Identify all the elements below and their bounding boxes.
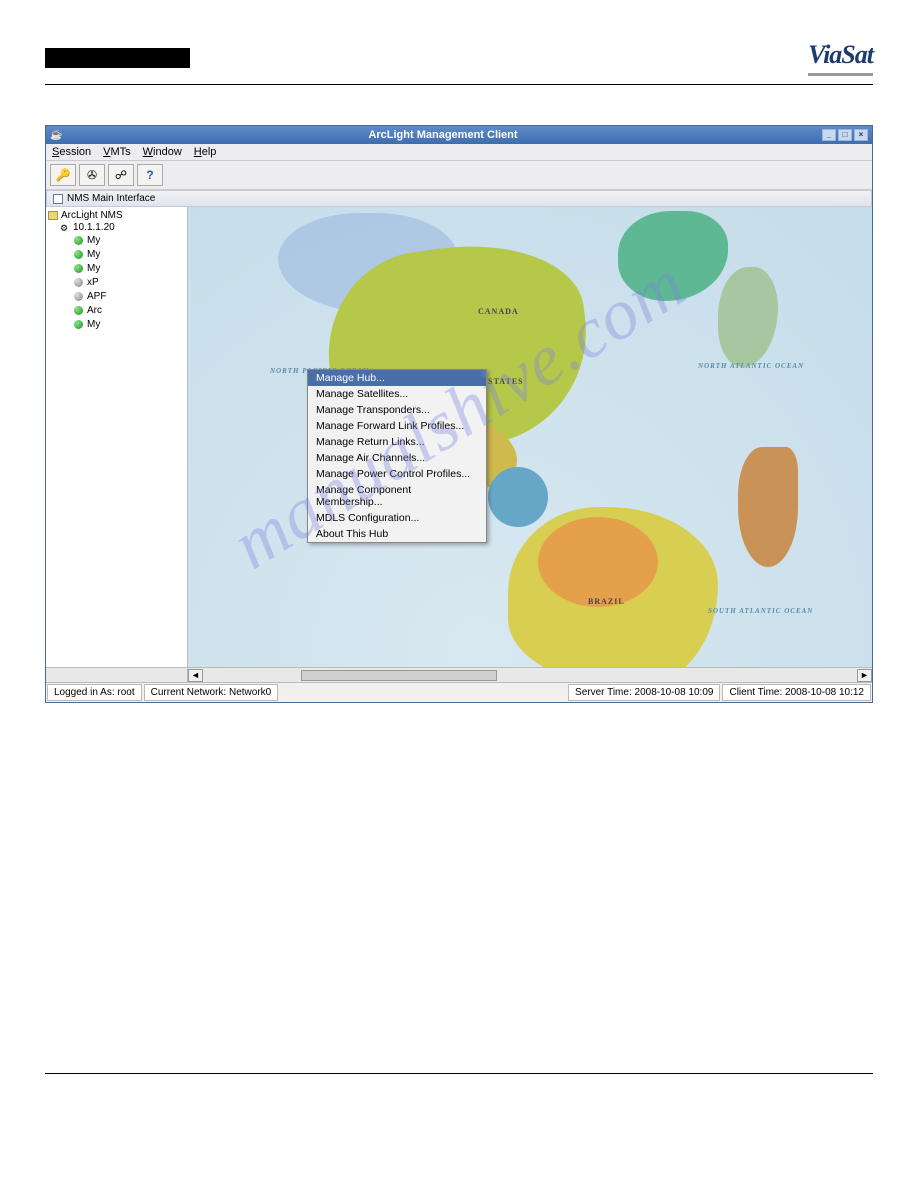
map-label-brazil: BRAZIL <box>588 597 625 606</box>
tree-root[interactable]: ArcLight NMS <box>48 209 185 222</box>
menu-item-about-this-hub[interactable]: About This Hub <box>308 526 486 542</box>
tree-ip-label: 10.1.1.20 <box>73 222 115 233</box>
tree-item[interactable]: APF <box>48 289 185 303</box>
toolbar-button-3[interactable]: ☍ <box>108 164 134 186</box>
status-current-network: Current Network: Network0 <box>144 684 279 701</box>
menu-item-manage-component-membership[interactable]: Manage Component Membership... <box>308 482 486 510</box>
map-label-south-atlantic: SOUTH ATLANTIC OCEAN <box>708 607 813 615</box>
status-orb-icon <box>74 306 83 315</box>
tree-root-label: ArcLight NMS <box>61 210 123 221</box>
redacted-box <box>45 48 190 68</box>
menu-item-mdls-configuration[interactable]: MDLS Configuration... <box>308 510 486 526</box>
menu-item-manage-satellites[interactable]: Manage Satellites... <box>308 386 486 402</box>
tree-item-label: My <box>87 263 100 274</box>
minimize-button[interactable]: _ <box>822 129 836 141</box>
tree-item[interactable]: My <box>48 247 185 261</box>
map-label-north-atlantic: NORTH ATLANTIC OCEAN <box>698 362 804 370</box>
footer-rule <box>45 1073 873 1074</box>
document-icon <box>53 194 63 204</box>
scroll-right-button[interactable]: ► <box>857 669 872 682</box>
menu-item-manage-power-control[interactable]: Manage Power Control Profiles... <box>308 466 486 482</box>
folder-icon <box>48 211 58 220</box>
page-header: ViaSat <box>45 40 873 76</box>
tree-item-label: My <box>87 319 100 330</box>
menu-session[interactable]: Session <box>52 146 91 158</box>
toolbar-button-1[interactable]: 🔑 <box>50 164 76 186</box>
toolbar-button-help[interactable]: ? <box>137 164 163 186</box>
status-server-time: Server Time: 2008-10-08 10:09 <box>568 684 720 701</box>
maximize-button[interactable]: □ <box>838 129 852 141</box>
status-client-time: Client Time: 2008-10-08 10:12 <box>722 684 871 701</box>
menu-item-manage-air-channels[interactable]: Manage Air Channels... <box>308 450 486 466</box>
tree-item-label: APF <box>87 291 106 302</box>
header-rule <box>45 84 873 85</box>
statusbar: Logged in As: root Current Network: Netw… <box>46 682 872 702</box>
tree-ip-node[interactable]: ⚙ 10.1.1.20 <box>48 222 185 233</box>
map-label-canada: CANADA <box>478 307 519 316</box>
scroll-thumb[interactable] <box>301 670 497 681</box>
panel-title-text: NMS Main Interface <box>67 193 155 204</box>
status-orb-icon <box>74 236 83 245</box>
tree-item-label: Arc <box>87 305 102 316</box>
scroll-track[interactable] <box>203 669 857 682</box>
status-orb-icon <box>74 264 83 273</box>
window-titlebar[interactable]: ☕ ArcLight Management Client _ □ × <box>46 126 872 144</box>
tree-item[interactable]: xP <box>48 275 185 289</box>
toolbar: 🔑 ✇ ☍ ? <box>46 161 872 190</box>
menu-item-manage-return-links[interactable]: Manage Return Links... <box>308 434 486 450</box>
map-pane[interactable]: CANADA UNITED STATES BRAZIL NORTH PACIFI… <box>188 207 872 667</box>
panel-title: NMS Main Interface <box>46 190 872 207</box>
network-icon: ⚙ <box>60 223 70 233</box>
tree-item[interactable]: My <box>48 233 185 247</box>
menu-item-manage-forward-link[interactable]: Manage Forward Link Profiles... <box>308 418 486 434</box>
window-title: ArcLight Management Client <box>64 129 822 141</box>
tree-pane[interactable]: ArcLight NMS ⚙ 10.1.1.20 My My My xP APF… <box>46 207 188 667</box>
java-cup-icon: ☕ <box>50 130 64 141</box>
status-orb-icon <box>74 250 83 259</box>
tree-item-label: My <box>87 249 100 260</box>
land-africa <box>738 447 798 567</box>
status-orb-icon <box>74 320 83 329</box>
status-logged-in: Logged in As: root <box>47 684 142 701</box>
status-orb-icon <box>74 292 83 301</box>
menu-help[interactable]: Help <box>194 146 217 158</box>
tree-item[interactable]: My <box>48 261 185 275</box>
menu-window[interactable]: Window <box>143 146 182 158</box>
toolbar-button-2[interactable]: ✇ <box>79 164 105 186</box>
context-menu[interactable]: Manage Hub... Manage Satellites... Manag… <box>307 369 487 543</box>
tree-item[interactable]: My <box>48 317 185 331</box>
menubar: Session VMTs Window Help <box>46 144 872 161</box>
close-button[interactable]: × <box>854 129 868 141</box>
tree-item-label: xP <box>87 277 99 288</box>
land-south-america-north <box>538 517 658 607</box>
menu-item-manage-transponders[interactable]: Manage Transponders... <box>308 402 486 418</box>
status-orb-icon <box>74 278 83 287</box>
viasat-logo: ViaSat <box>808 40 873 76</box>
tree-item[interactable]: Arc <box>48 303 185 317</box>
land-central-america <box>488 467 548 527</box>
menu-vmts[interactable]: VMTs <box>103 146 131 158</box>
menu-item-manage-hub[interactable]: Manage Hub... <box>308 370 486 386</box>
screenshot-figure: ☕ ArcLight Management Client _ □ × Sessi… <box>45 125 873 703</box>
horizontal-scrollbar[interactable]: ◄ ► <box>46 667 872 682</box>
tree-item-label: My <box>87 235 100 246</box>
scroll-left-button[interactable]: ◄ <box>188 669 203 682</box>
